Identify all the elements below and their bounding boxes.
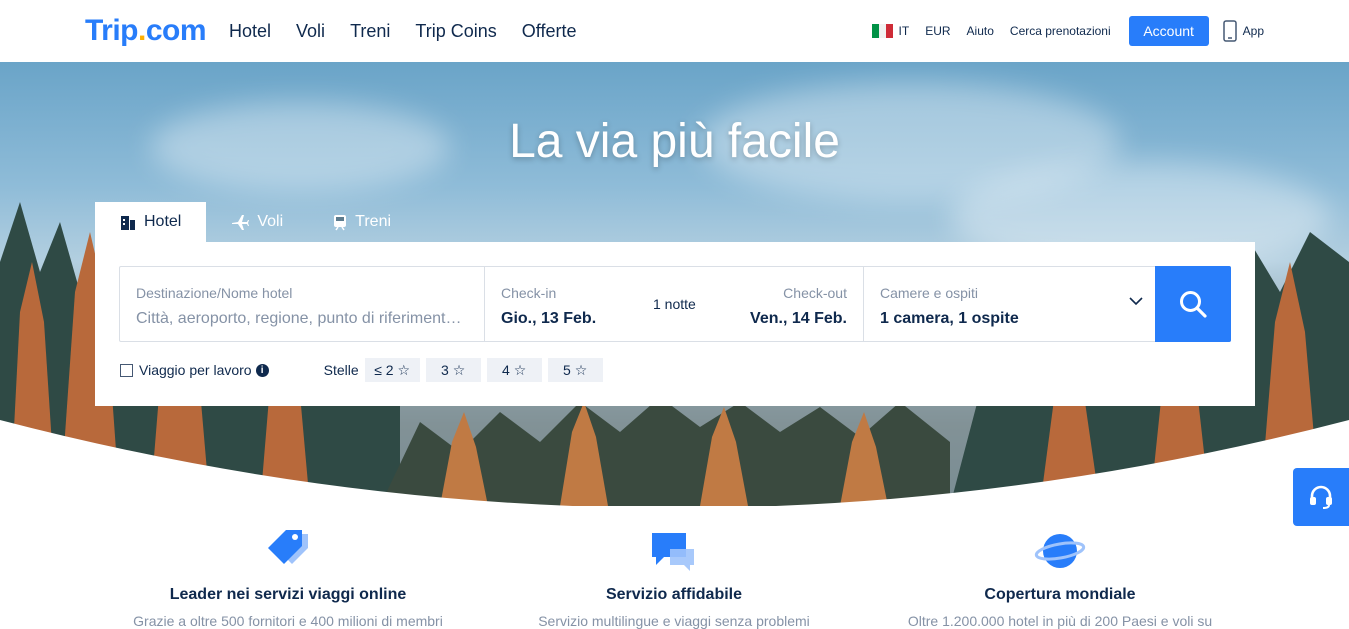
- tab-hotel-label: Hotel: [144, 213, 182, 230]
- planet-icon: [895, 528, 1225, 574]
- tag-icon: [123, 528, 453, 574]
- star-filter-3[interactable]: 3 ☆: [425, 358, 481, 382]
- feature-title: Leader nei servizi viaggi online: [169, 586, 407, 603]
- nights-count: 1 notte: [653, 296, 696, 312]
- app-link[interactable]: App: [1222, 20, 1264, 42]
- feature-title: Copertura mondiale: [984, 586, 1136, 603]
- nav-offerte[interactable]: Offerte: [522, 21, 577, 42]
- nav-voli[interactable]: Voli: [296, 21, 325, 42]
- header-actions: IT EUR Aiuto Cerca prenotazioni Account …: [871, 16, 1349, 46]
- feature-worldwide: Copertura mondiale Oltre 1.200.000 hotel…: [895, 528, 1225, 629]
- rooms-label: Camere e ospiti: [879, 285, 979, 301]
- phone-icon: [1222, 20, 1237, 42]
- chevron-down-icon: [1129, 297, 1143, 306]
- hotel-search-panel: Destinazione/Nome hotel Città, aeroporto…: [95, 242, 1255, 406]
- help-link[interactable]: Aiuto: [967, 24, 994, 38]
- language-label: IT: [898, 24, 910, 38]
- star-icon: ☆: [513, 361, 527, 378]
- tab-voli-label: Voli: [257, 213, 284, 230]
- checkin-value: Gio., 13 Feb.: [501, 310, 597, 327]
- feature-leader: Leader nei servizi viaggi online Grazie …: [123, 528, 453, 629]
- headset-icon: [1310, 485, 1332, 509]
- business-trip-label: Viaggio per lavoro: [139, 362, 252, 378]
- nav-treni[interactable]: Treni: [350, 21, 390, 42]
- main-nav: Hotel Voli Treni Trip Coins Offerte: [229, 21, 601, 42]
- tab-voli[interactable]: Voli: [206, 202, 308, 242]
- plane-icon: [232, 215, 250, 230]
- find-booking-link[interactable]: Cerca prenotazioni: [1010, 24, 1111, 38]
- app-label: App: [1242, 24, 1264, 38]
- account-button[interactable]: Account: [1128, 16, 1209, 46]
- star-filter-label: 5: [563, 362, 571, 378]
- search-button[interactable]: [1155, 266, 1231, 342]
- stars-label: Stelle: [323, 362, 359, 378]
- top-header: Trip.com Hotel Voli Treni Trip Coins Off…: [0, 0, 1349, 62]
- chat-icon: [509, 528, 839, 574]
- checkin-group[interactable]: Check-in Gio., 13 Feb.: [501, 285, 596, 328]
- language-selector[interactable]: IT: [871, 24, 910, 38]
- star-filter-2[interactable]: ≤ 2 ☆: [364, 358, 420, 382]
- rooms-value: 1 camera, 1 ospite: [879, 310, 1019, 327]
- star-filter-4[interactable]: 4 ☆: [486, 358, 542, 382]
- destination-input[interactable]: Città, aeroporto, regione, punto di rife…: [136, 310, 468, 328]
- tab-treni[interactable]: Treni: [308, 202, 416, 242]
- star-icon: ☆: [452, 361, 466, 378]
- checkout-group[interactable]: Check-out Ven., 14 Feb.: [750, 285, 847, 328]
- trip-logo[interactable]: Trip.com: [85, 14, 207, 48]
- feature-title: Servizio affidabile: [605, 586, 743, 603]
- product-tabs: Hotel Voli Treni: [95, 202, 416, 242]
- date-field[interactable]: Check-in Gio., 13 Feb. 1 notte Check-out…: [485, 267, 864, 341]
- star-icon: ☆: [574, 361, 588, 378]
- nav-trip-coins[interactable]: Trip Coins: [415, 21, 496, 42]
- checkin-label: Check-in: [501, 285, 557, 301]
- destination-field[interactable]: Destinazione/Nome hotel Città, aeroporto…: [120, 267, 485, 341]
- logo-dot: .: [138, 14, 146, 47]
- search-icon: [1180, 291, 1207, 318]
- star-filter-label: 4: [502, 362, 510, 378]
- building-icon: [121, 216, 135, 230]
- italy-flag-icon: [871, 24, 893, 38]
- search-options: Viaggio per lavoro i Stelle ≤ 2 ☆ 3 ☆ 4 …: [120, 358, 609, 382]
- star-filter-5[interactable]: 5 ☆: [547, 358, 603, 382]
- rooms-guests-field[interactable]: Camere e ospiti 1 camera, 1 ospite: [864, 267, 1155, 341]
- nav-hotel[interactable]: Hotel: [229, 21, 271, 42]
- checkout-label: Check-out: [783, 285, 847, 301]
- logo-text-main: Trip: [85, 14, 139, 47]
- checkout-value: Ven., 14 Feb.: [750, 310, 847, 327]
- info-icon[interactable]: i: [255, 363, 269, 377]
- business-trip-checkbox[interactable]: [120, 363, 133, 377]
- hero-title: La via più facile: [509, 115, 840, 168]
- star-filter-label: ≤ 2: [374, 362, 394, 378]
- star-icon: ☆: [397, 361, 411, 378]
- tab-hotel[interactable]: Hotel: [95, 202, 207, 242]
- destination-label: Destinazione/Nome hotel: [136, 285, 293, 301]
- star-filter-label: 3: [441, 362, 449, 378]
- feature-reliable: Servizio affidabile Servizio multilingue…: [509, 528, 839, 629]
- tab-treni-label: Treni: [355, 213, 392, 230]
- customer-support-button[interactable]: [1293, 468, 1349, 526]
- search-fields: Destinazione/Nome hotel Città, aeroporto…: [119, 266, 1231, 342]
- logo-text-end: com: [145, 14, 207, 47]
- train-icon: [334, 214, 347, 230]
- hero-bottom-curve: [0, 420, 1349, 506]
- currency-selector[interactable]: EUR: [925, 24, 950, 38]
